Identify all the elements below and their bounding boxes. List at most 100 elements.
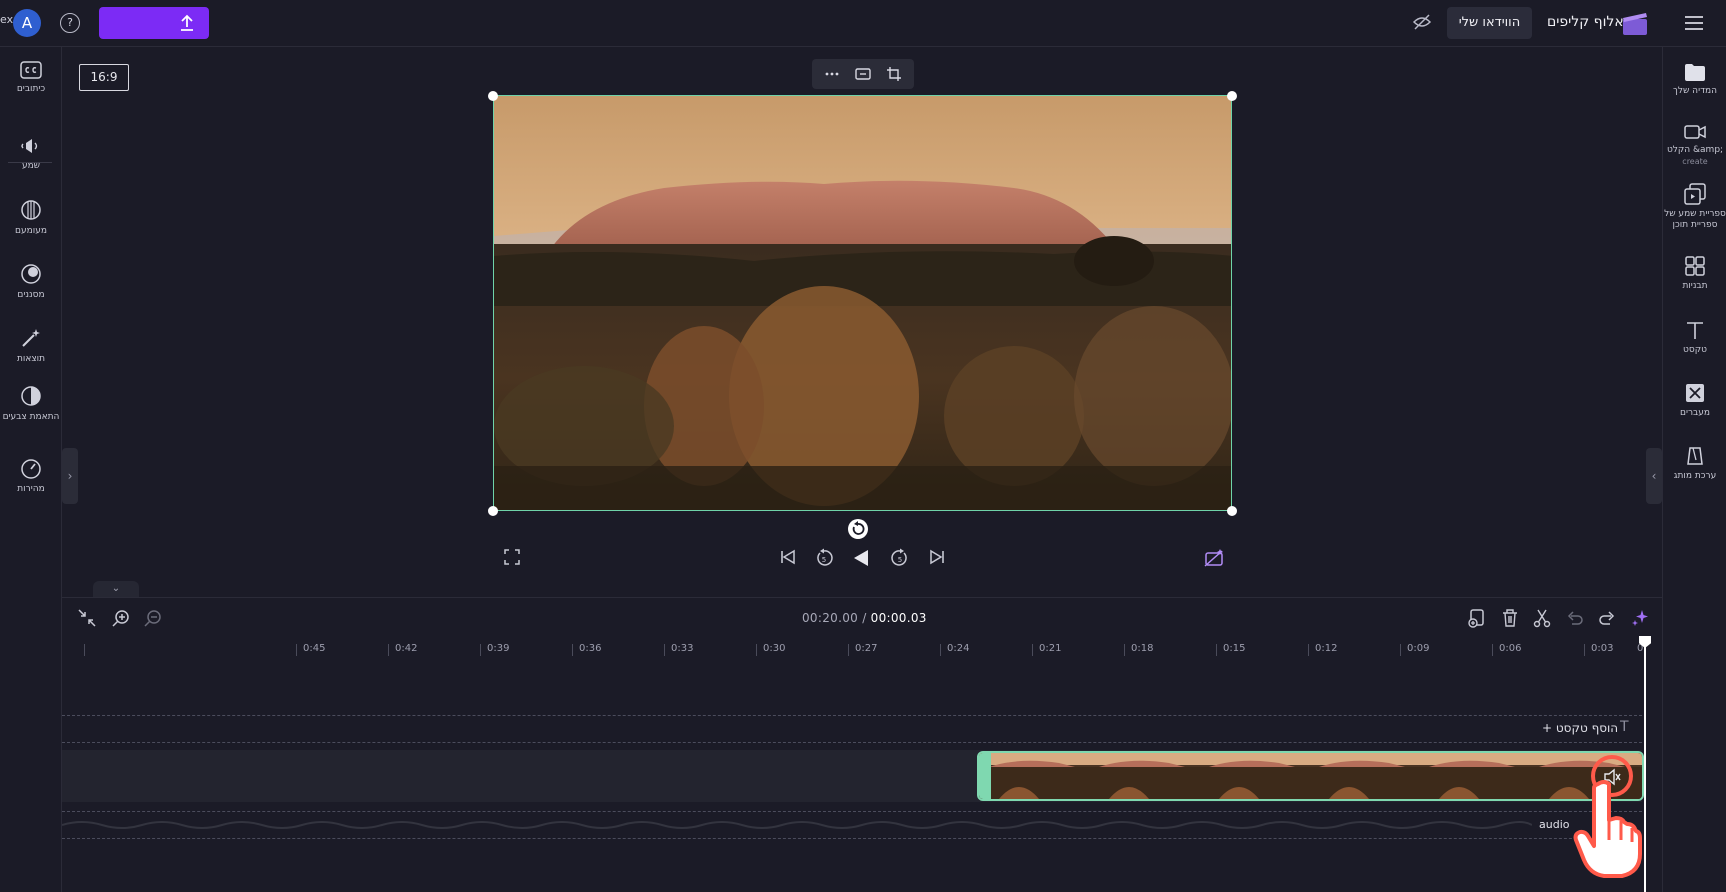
add-text-button[interactable]: + הוסף טקסט xyxy=(1542,721,1618,735)
audio-track-label: audio xyxy=(1539,818,1570,831)
ruler-tick xyxy=(756,644,757,656)
speed-icon xyxy=(21,459,41,479)
ruler-label: 0:09 xyxy=(1407,643,1430,654)
tool-label: תוצאות xyxy=(16,354,46,364)
ruler-label: 0:03 xyxy=(1591,643,1614,654)
resize-handle-top-right[interactable] xyxy=(1227,91,1237,101)
add-text-label: הוסף טקסט xyxy=(1555,721,1619,735)
aspect-ratio-button[interactable]: 16:9 xyxy=(79,64,129,91)
undo-icon[interactable] xyxy=(1566,608,1584,628)
captions-icon xyxy=(20,61,42,79)
tool-brand-kit[interactable]: ערכת מותג xyxy=(1663,445,1726,482)
effects-icon xyxy=(22,329,40,347)
ruler-tick xyxy=(664,644,665,656)
redo-icon[interactable] xyxy=(1598,608,1616,628)
ruler-tick xyxy=(1124,644,1125,656)
ruler-label: 0:12 xyxy=(1315,643,1338,654)
ruler-label: 0:27 xyxy=(855,643,878,654)
eye-off-icon[interactable] xyxy=(1412,12,1432,32)
ruler-label: 0:24 xyxy=(947,643,970,654)
track-divider xyxy=(62,811,1642,812)
tool-label: תבניות xyxy=(1682,281,1708,291)
playhead[interactable] xyxy=(1644,638,1646,892)
ai-sparkle-icon[interactable] xyxy=(1630,608,1650,628)
tool-effects[interactable]: תוצאות xyxy=(0,327,62,364)
video-clip[interactable] xyxy=(977,751,1644,801)
rotate-icon xyxy=(852,521,865,535)
resize-handle-top-left[interactable] xyxy=(488,91,498,101)
ruler-label: 0:18 xyxy=(1131,643,1154,654)
hamburger-menu-icon[interactable] xyxy=(1684,14,1704,32)
tool-filters[interactable]: מסננים xyxy=(0,263,62,300)
tool-record-create[interactable]: הקלט &amp; create xyxy=(1663,123,1726,167)
video-preview[interactable] xyxy=(493,95,1232,511)
tool-label: מהירות xyxy=(17,484,45,494)
resize-handle-bottom-right[interactable] xyxy=(1227,506,1237,516)
avatar[interactable]: A xyxy=(13,9,41,37)
forward-5-icon[interactable]: 5 xyxy=(890,548,910,568)
time-readout: 00:20.00 / 00:00.03 xyxy=(802,611,927,625)
fit-icon[interactable] xyxy=(855,66,871,82)
ruler-label: 0:39 xyxy=(487,643,510,654)
ruler-tick xyxy=(480,644,481,656)
tool-speed[interactable]: מהירות xyxy=(0,457,62,494)
tool-label: טקסט xyxy=(1683,345,1707,355)
text-icon xyxy=(1687,322,1703,339)
ruler-label: 0:06 xyxy=(1499,643,1522,654)
tool-fade[interactable]: מעומעם xyxy=(0,199,62,236)
clip-thumbnails xyxy=(979,753,1642,799)
fullscreen-icon[interactable] xyxy=(503,548,521,566)
tool-transitions[interactable]: מעברים xyxy=(1663,382,1726,419)
ruler-tick xyxy=(572,644,573,656)
current-time: 00:00.03 xyxy=(870,611,927,625)
top-bar: ex A ? הווידאו שלי אלוף קליפים xyxy=(0,0,1726,47)
expand-timeline-button[interactable]: ⌄ xyxy=(93,581,139,597)
export-button[interactable] xyxy=(99,7,209,39)
zoom-in-icon[interactable] xyxy=(111,608,131,628)
rewind-5-icon[interactable]: 5 xyxy=(814,548,834,568)
skip-to-end-icon[interactable] xyxy=(928,548,946,566)
tool-your-media[interactable]: המדיה שלך xyxy=(1663,62,1726,97)
fit-timeline-icon[interactable] xyxy=(77,608,97,628)
tool-sublabel: create xyxy=(1682,157,1708,166)
add-media-icon[interactable] xyxy=(1467,608,1487,628)
collapse-left-panel-button[interactable]: › xyxy=(62,448,78,504)
logo-icon xyxy=(1623,13,1647,35)
rotate-handle[interactable] xyxy=(848,519,868,539)
track-divider xyxy=(62,838,1642,839)
tool-label: ערכת מותג xyxy=(1673,471,1717,481)
collapse-right-panel-button[interactable]: ‹ xyxy=(1646,448,1662,504)
timeline-ruler[interactable]: 0 0:03 0:06 0:09 0:12 0:15 0:18 0:21 0:2… xyxy=(62,638,1662,662)
skip-to-start-icon[interactable] xyxy=(779,548,797,566)
resize-handle-bottom-left[interactable] xyxy=(488,506,498,516)
time-separator: / xyxy=(858,611,871,625)
tool-label: ספריית שמע של ספריית תוכן xyxy=(1664,209,1726,230)
split-scissors-icon[interactable] xyxy=(1533,608,1551,628)
more-options-icon[interactable] xyxy=(824,66,840,82)
track-divider xyxy=(62,742,1642,743)
my-videos-button[interactable]: הווידאו שלי xyxy=(1447,7,1532,39)
tool-text[interactable]: טקסט xyxy=(1663,319,1726,356)
ruler-label: 0:33 xyxy=(671,643,694,654)
tool-content-library[interactable]: ספריית שמע של ספריית תוכן xyxy=(1663,183,1726,231)
help-button[interactable]: ? xyxy=(60,13,80,33)
clip-trim-handle-left[interactable] xyxy=(979,753,991,799)
ruler-label: 0:45 xyxy=(303,643,326,654)
play-icon[interactable] xyxy=(851,548,871,568)
magic-camera-icon[interactable] xyxy=(1203,548,1225,568)
ruler-label: 0:36 xyxy=(579,643,602,654)
zoom-out-icon[interactable] xyxy=(143,608,163,628)
tool-label: מעברים xyxy=(1679,408,1710,418)
ruler-label: 0:30 xyxy=(763,643,786,654)
tool-audio[interactable]: שמע xyxy=(0,136,62,171)
tool-templates[interactable]: תבניות xyxy=(1663,255,1726,292)
delete-icon[interactable] xyxy=(1501,608,1519,628)
crop-icon[interactable] xyxy=(886,66,902,82)
svg-text:5: 5 xyxy=(898,556,902,564)
ruler-label: 0:42 xyxy=(395,643,418,654)
tool-color-adjust[interactable]: התאמת צבעים xyxy=(0,385,62,422)
tool-captions[interactable]: כיתובים xyxy=(0,61,62,94)
fade-icon xyxy=(21,200,41,220)
video-frame-image xyxy=(494,96,1231,510)
folder-icon xyxy=(1685,64,1705,81)
